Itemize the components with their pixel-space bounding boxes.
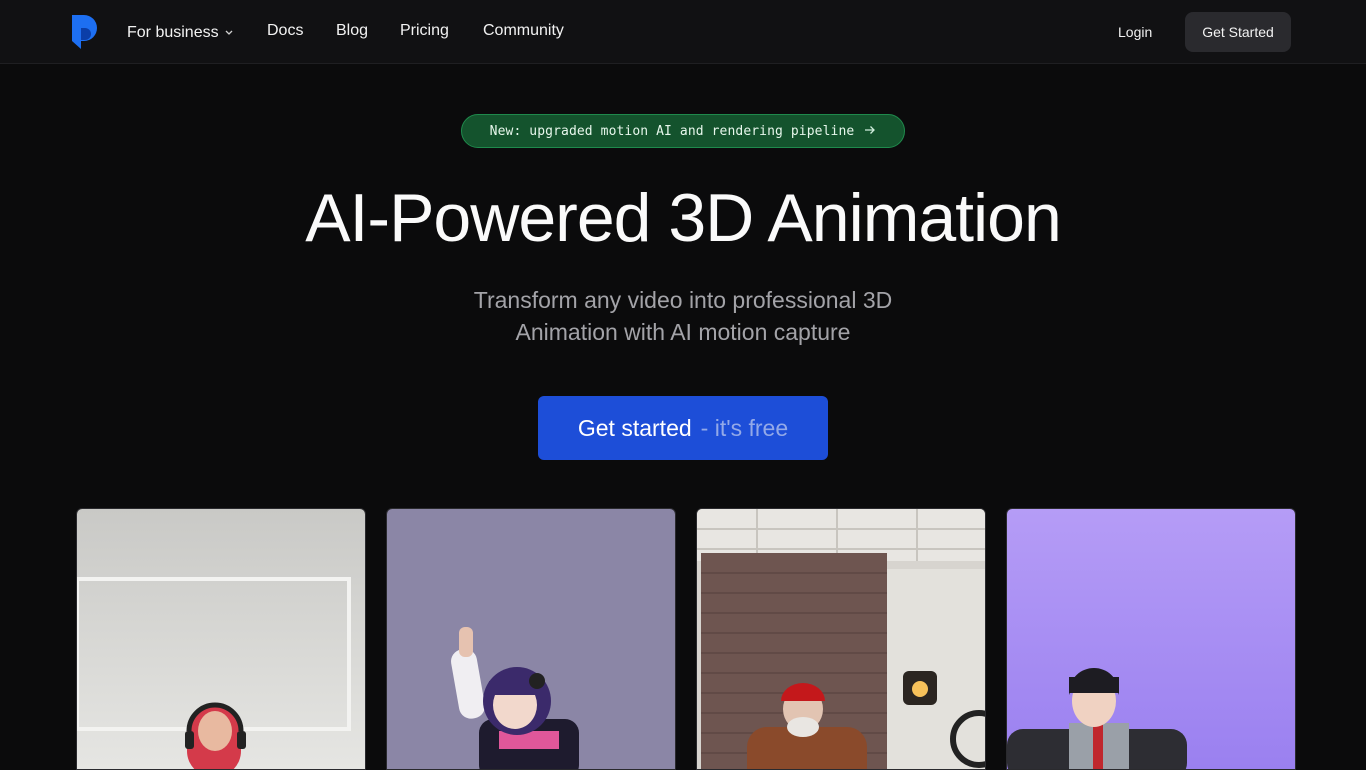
cta-label: Get started — [577, 414, 692, 441]
showcase-image-4 — [1007, 509, 1295, 769]
arrow-right-icon — [864, 124, 876, 139]
showcase-image-2 — [387, 509, 675, 769]
hero-subtitle: Transform any video into professional 3D… — [473, 287, 893, 345]
showcase-image-3 — [697, 509, 985, 769]
nav-for-business-label: For business — [127, 24, 219, 41]
nav-blog[interactable]: Blog — [336, 22, 368, 40]
hero-title: AI-Powered 3D Animation — [305, 180, 1062, 256]
showcase-card-3[interactable] — [696, 508, 986, 770]
announcement-badge[interactable]: New: upgraded motion AI and rendering pi… — [461, 114, 905, 148]
nav-pricing[interactable]: Pricing — [400, 22, 449, 40]
nav-community[interactable]: Community — [483, 22, 564, 40]
logo-icon[interactable] — [71, 14, 99, 50]
get-started-free-button[interactable]: Get started - it's free — [538, 396, 828, 460]
chevron-down-icon — [225, 22, 233, 40]
cta-suffix: - it's free — [700, 414, 789, 441]
showcase-card-1[interactable] — [76, 508, 366, 770]
nav-docs[interactable]: Docs — [267, 22, 303, 40]
top-nav: For business Docs Blog Pricing Community… — [0, 0, 1366, 64]
announcement-text: New: upgraded motion AI and rendering pi… — [489, 123, 855, 139]
nav-for-business[interactable]: For business — [127, 22, 233, 42]
login-link[interactable]: Login — [1118, 24, 1152, 40]
showcase-image-1 — [77, 509, 365, 769]
showcase-card-4[interactable] — [1006, 508, 1296, 770]
showcase-card-2[interactable] — [386, 508, 676, 770]
get-started-button[interactable]: Get Started — [1185, 12, 1291, 52]
